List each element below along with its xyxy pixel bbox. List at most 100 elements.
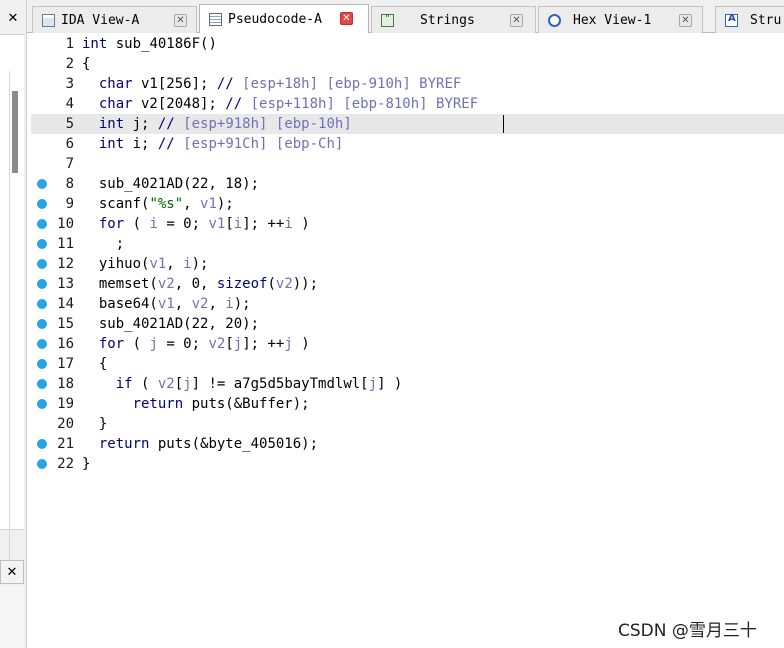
tab-label: IDA View-A [61,12,140,28]
code-text: for ( i = 0; v1[i]; ++i ) [98,216,310,232]
pseudocode-editor[interactable]: 1 int sub_40186F() 2{3 char v1[256]; // [e… [31,33,784,648]
line-number: 10 [57,216,74,232]
tab-label: Strings [420,12,475,28]
lower-panel-close-icon[interactable]: ✕ [0,560,24,584]
breakpoint-dot-icon[interactable] [37,179,47,189]
line-number: 20 [57,416,74,432]
pseudocode-icon [209,13,222,26]
line-number: 8 [65,176,74,192]
close-icon[interactable]: ✕ [510,14,523,27]
tab-label: Pseudocode-A [228,12,322,27]
breakpoint-dot-icon[interactable] [37,379,47,389]
code-line[interactable]: 1 int sub_40186F() [31,34,784,54]
close-icon[interactable]: ✕ [174,14,187,27]
line-number: 3 [65,76,74,92]
line-number: 21 [57,436,74,452]
code-line[interactable]: 14 base64(v1, v2, i); [31,294,784,314]
code-line[interactable]: 17 { [31,354,784,374]
code-line[interactable]: 22} [31,454,784,474]
tab-label: Hex View-1 [573,12,652,28]
close-icon[interactable]: ✕ [679,14,692,27]
line-number: 18 [57,376,74,392]
breakpoint-dot-icon[interactable] [37,219,47,229]
text-caret [503,115,504,133]
close-icon[interactable]: ✕ [340,12,353,25]
line-number: 12 [57,256,74,272]
left-dock-panel: ✕ ✕ [0,0,27,648]
code-text: } [82,416,108,432]
code-line[interactable]: 6 int i; // [esp+91Ch] [ebp-Ch] [31,134,784,154]
line-number: 7 [65,156,74,172]
breakpoint-dot-icon[interactable] [37,399,47,409]
code-line[interactable]: 20 } [31,414,784,434]
left-scrollbar-thumb[interactable] [12,91,18,173]
code-text: memset(v2, 0, sizeof(v2)); [82,276,319,292]
breakpoint-dot-icon[interactable] [37,359,47,369]
tab-hex-view-1[interactable]: Hex View-1 ✕ [538,6,703,33]
hex-view-icon [548,13,561,27]
left-panel-close-icon[interactable]: ✕ [0,6,26,32]
tab-structures[interactable]: Stru [715,6,784,33]
breakpoint-dot-icon[interactable] [37,339,47,349]
code-line[interactable]: 12 yihuo(v1, i); [31,254,784,274]
line-number: 4 [65,96,74,112]
line-number: 16 [57,336,74,352]
code-line[interactable]: 7 [31,154,784,174]
code-text: { [82,356,108,372]
code-text: } [82,456,91,472]
line-number: 6 [65,136,74,152]
code-text: int i; // [esp+91Ch] [ebp-Ch] [98,136,344,152]
ida-view-icon [42,13,55,27]
code-line[interactable]: 19 return puts(&Buffer); [31,394,784,414]
code-line[interactable]: 2{ [31,54,784,74]
watermark: CSDN @雪月三十 [618,621,757,641]
lower-pane [0,586,24,648]
code-text: return puts(&byte_405016); [98,436,319,452]
code-line[interactable]: 15 sub_4021AD(22, 20); [31,314,784,334]
tab-strings[interactable]: Strings ✕ [371,6,536,33]
strings-icon [381,12,394,27]
line-number: 11 [57,236,74,252]
functions-pane [0,34,24,561]
breakpoint-dot-icon[interactable] [37,199,47,209]
breakpoint-dot-icon[interactable] [37,319,47,329]
code-text: int j; // [esp+918h] [ebp-10h] [98,116,352,132]
tab-label: Stru [750,12,782,28]
code-line[interactable]: 8 sub_4021AD(22, 18); [31,174,784,194]
breakpoint-dot-icon[interactable] [37,259,47,269]
code-line[interactable]: 21 return puts(&byte_405016); [31,434,784,454]
line-number: 19 [57,396,74,412]
breakpoint-dot-icon[interactable] [37,239,47,249]
code-line[interactable]: 13 memset(v2, 0, sizeof(v2)); [31,274,784,294]
code-line[interactable]: 16 for ( j = 0; v2[j]; ++j ) [31,334,784,354]
breakpoint-dot-icon[interactable] [37,299,47,309]
breakpoint-dot-icon[interactable] [37,439,47,449]
line-number: 22 [57,456,74,472]
structures-icon [725,13,738,27]
code-line[interactable]: 11 ; [31,234,784,254]
line-number: 9 [65,196,74,212]
tab-pseudocode-a[interactable]: Pseudocode-A ✕ [199,4,369,34]
code-line[interactable]: 5 int j; // [esp+918h] [ebp-10h] [31,114,784,134]
code-text: for ( j = 0; v2[j]; ++j ) [98,336,310,352]
code-line[interactable]: 10 for ( i = 0; v1[i]; ++i ) [31,214,784,234]
code-text: sub_4021AD(22, 20); [82,316,260,332]
code-text: ; [82,236,125,252]
code-text: scanf("%s", v1); [82,196,234,212]
code-text: char v2[2048]; // [esp+118h] [ebp-810h] … [98,96,479,112]
breakpoint-dot-icon[interactable] [37,279,47,289]
code-line[interactable]: 4 char v2[2048]; // [esp+118h] [ebp-810h… [31,94,784,114]
breakpoint-dot-icon[interactable] [37,459,47,469]
line-number: 17 [57,356,74,372]
code-line[interactable]: 3 char v1[256]; // [esp+18h] [ebp-910h] … [31,74,784,94]
left-scrollbar-track[interactable] [9,71,10,561]
line-number: 14 [57,296,74,312]
code-text: base64(v1, v2, i); [82,296,251,312]
line-number: 5 [65,116,74,132]
code-text: sub_4021AD(22, 18); [82,176,260,192]
code-line[interactable]: 18 if ( v2[j] != a7g5d5bayTmdlwl[j] ) [31,374,784,394]
line-number: 2 [65,56,74,72]
tab-ida-view-a[interactable]: IDA View-A ✕ [32,6,197,33]
code-line[interactable]: 9 scanf("%s", v1); [31,194,784,214]
code-text: if ( v2[j] != a7g5d5bayTmdlwl[j] ) [115,376,403,392]
